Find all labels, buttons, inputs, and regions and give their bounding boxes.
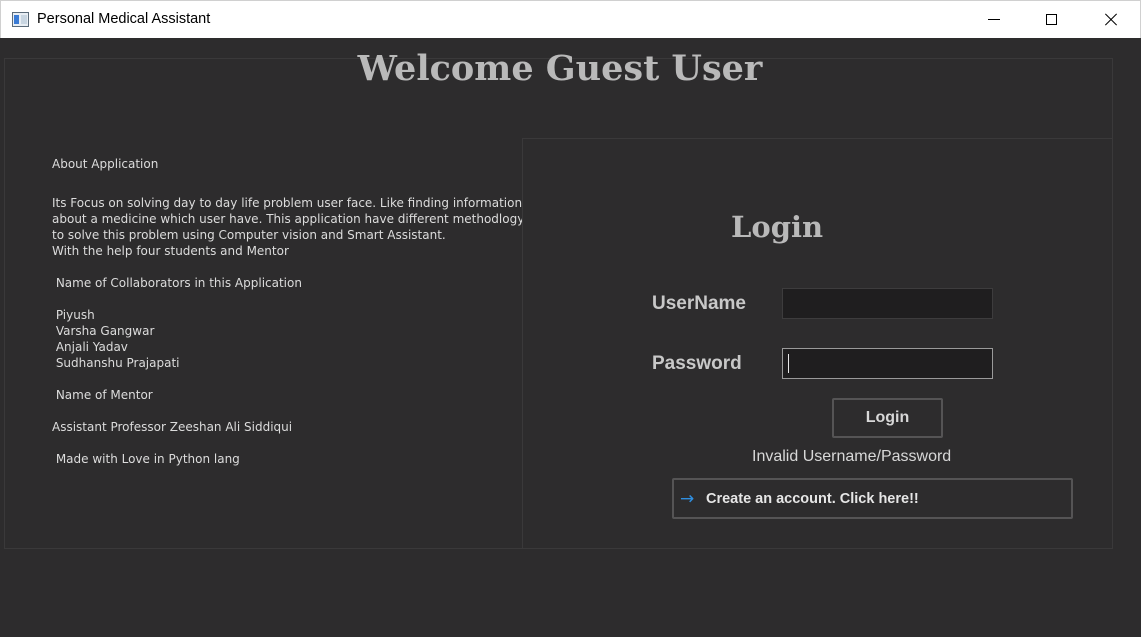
mentor-heading: Name of Mentor <box>52 388 153 402</box>
login-status-message: Invalid Username/Password <box>752 448 952 465</box>
username-field[interactable] <box>782 288 993 319</box>
minimize-button[interactable] <box>965 1 1023 39</box>
about-description-line: With the help four students and Mentor <box>52 244 289 258</box>
maximize-button[interactable] <box>1023 1 1081 39</box>
maximize-icon <box>1046 14 1057 25</box>
login-button[interactable]: Login <box>832 398 943 438</box>
collaborators-heading: Name of Collaborators in this Applicatio… <box>52 276 302 290</box>
username-label: UserName <box>652 293 746 314</box>
about-description-line: to solve this problem using Computer vis… <box>52 228 446 242</box>
about-description-line: Its Focus on solving day to day life pro… <box>52 196 523 210</box>
about-heading: About Application <box>52 157 159 171</box>
password-label: Password <box>652 353 742 374</box>
login-heading: Login <box>731 210 824 244</box>
text-caret <box>788 354 789 373</box>
collaborator-name: Varsha Gangwar <box>52 324 155 338</box>
about-section: About Application Its Focus on solving d… <box>52 156 525 467</box>
about-footer: Made with Love in Python lang <box>52 452 240 466</box>
collaborator-name: Piyush <box>52 308 95 322</box>
password-field[interactable] <box>782 348 993 379</box>
collaborator-name: Anjali Yadav <box>52 340 128 354</box>
create-account-button[interactable]: → Create an account. Click here!! <box>672 478 1073 519</box>
arrow-right-icon: → <box>680 488 695 509</box>
collaborator-name: Sudhanshu Prajapati <box>52 356 180 370</box>
title-bar: Personal Medical Assistant <box>0 0 1141 38</box>
create-account-label: Create an account. Click here!! <box>706 490 919 507</box>
window-title: Personal Medical Assistant <box>37 11 211 27</box>
close-button[interactable] <box>1081 1 1139 39</box>
mentor-name: Assistant Professor Zeeshan Ali Siddiqui <box>52 420 293 434</box>
about-description-line: about a medicine which user have. This a… <box>52 212 525 226</box>
page-title: Welcome Guest User <box>357 48 763 89</box>
app-window-icon <box>12 12 29 27</box>
minimize-icon <box>988 19 1000 20</box>
